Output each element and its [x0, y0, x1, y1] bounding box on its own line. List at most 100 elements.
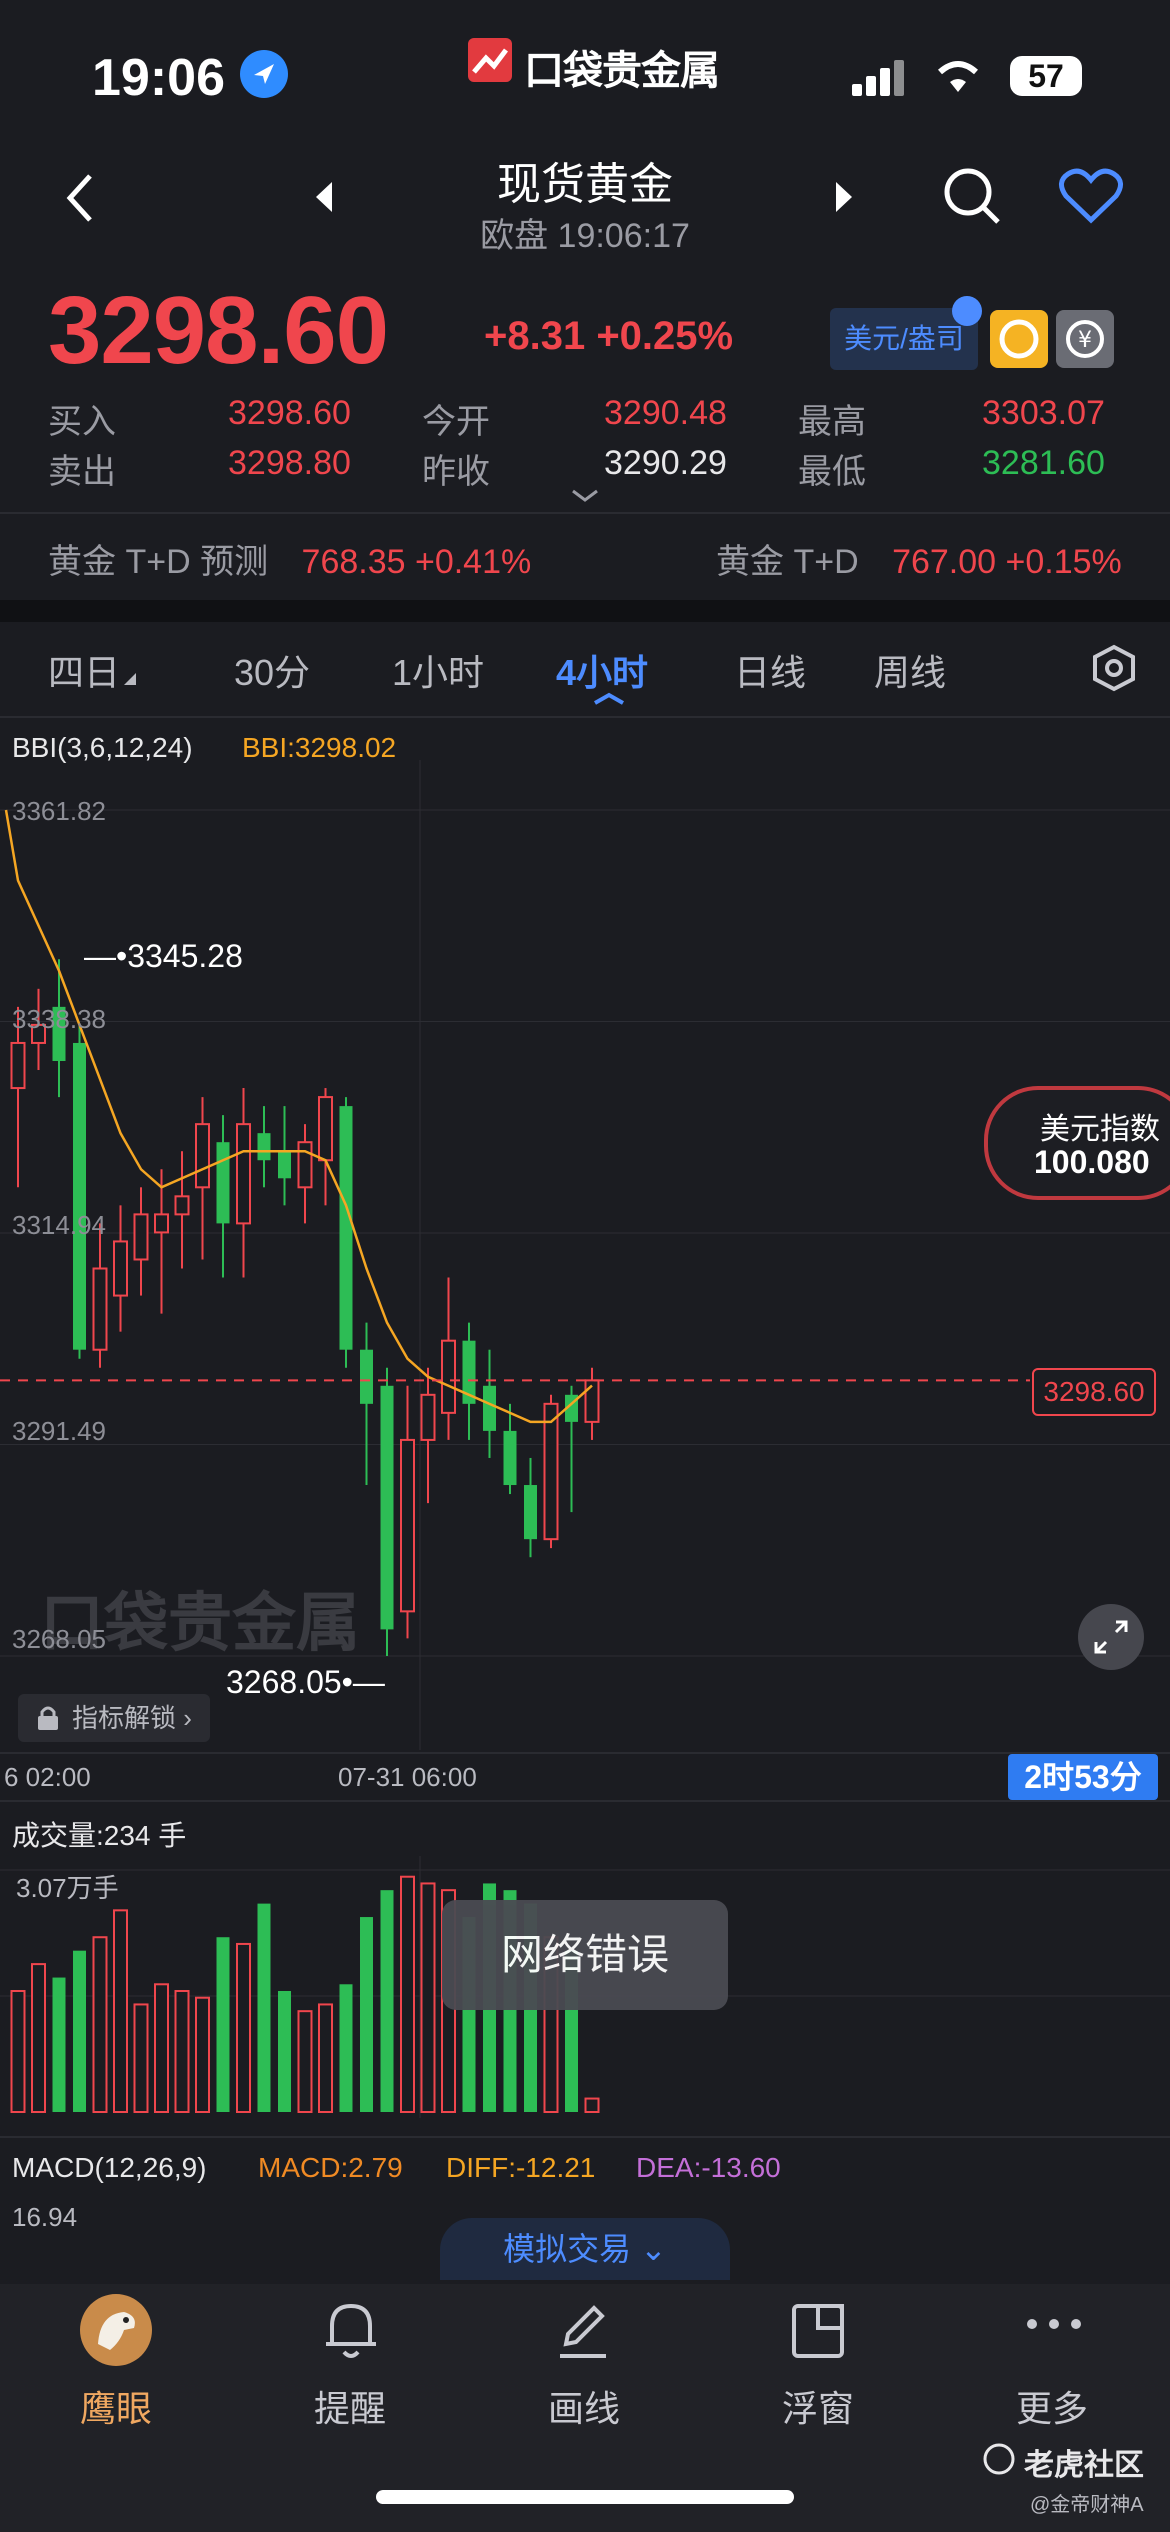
- price-change: +8.31 +0.25%: [484, 314, 734, 358]
- volume-bar: [154, 1983, 169, 2113]
- low-marker: 3268.05•—: [226, 1664, 385, 1700]
- nav-float-window[interactable]: 浮窗: [728, 2380, 908, 2432]
- eagle-eye-icon[interactable]: [80, 2294, 152, 2366]
- open-label: 今开: [422, 403, 490, 441]
- last-price: 3298.60: [48, 277, 389, 384]
- currency-exchange-icon[interactable]: ¥: [1056, 310, 1114, 368]
- volume-bar: [216, 1937, 230, 2112]
- period-tabs: 四日 30分 1小时 4小时 日线 周线: [0, 0, 1170, 693]
- related-td[interactable]: 黄金 T+D 767.00 +0.15%: [716, 534, 1122, 583]
- macd-dea: DEA:-13.60: [636, 2152, 781, 2183]
- high-marker: —•3345.28: [84, 938, 243, 974]
- app-logo-icon: [468, 38, 512, 82]
- tab-4hour[interactable]: 4小时: [556, 644, 648, 696]
- app-logo-text: 口袋贵金属: [524, 49, 720, 93]
- nav-eagle-eye[interactable]: 鹰眼: [26, 2380, 206, 2432]
- candle: [543, 1402, 559, 1541]
- simulated-trading-button[interactable]: 模拟交易 ⌄: [440, 2218, 730, 2280]
- tab-four-day[interactable]: 四日: [48, 644, 120, 696]
- candle: [10, 1041, 26, 1090]
- volume-bar: [73, 1950, 86, 2112]
- volume-bar: [92, 1936, 108, 2113]
- expand-chevron-icon[interactable]: [570, 488, 600, 509]
- candle: [154, 1213, 169, 1234]
- wifi-icon: [930, 52, 986, 101]
- macd-name: MACD(12,26,9): [12, 2152, 207, 2183]
- lock-icon: [36, 1704, 60, 1737]
- related-td-forecast[interactable]: 黄金 T+D 预测 768.35 +0.41%: [48, 534, 531, 583]
- candle: [400, 1438, 415, 1613]
- settings-hexagon-icon[interactable]: [1090, 644, 1138, 697]
- y-tick: 3314.94: [12, 1210, 106, 1240]
- nav-more[interactable]: 更多: [962, 2380, 1142, 2432]
- more-dots-icon[interactable]: [1024, 2316, 1084, 2337]
- td-forecast-value: 768.35 +0.41%: [301, 543, 532, 581]
- x-tick: 6 02:00: [4, 1762, 91, 1792]
- tab-daily[interactable]: 日线: [734, 644, 806, 696]
- candle-countdown: 2时53分: [1008, 1754, 1158, 1800]
- bell-icon[interactable]: [322, 2298, 380, 2367]
- volume-bar: [236, 1942, 251, 2113]
- network-error-toast: 网络错误: [442, 1900, 728, 2010]
- gold-coin-icon[interactable]: [990, 310, 1048, 368]
- high-marker-value: 3345.28: [127, 938, 243, 974]
- location-arrow-icon: [240, 50, 288, 98]
- volume-bar: [52, 1977, 66, 2112]
- candle: [420, 1393, 436, 1441]
- volume-bar: [380, 1890, 394, 2112]
- author-watermark: @金帝财神A: [1030, 2494, 1144, 2516]
- tab-weekly[interactable]: 周线: [874, 644, 946, 696]
- tab-30min[interactable]: 30分: [234, 644, 310, 696]
- home-indicator: [376, 2490, 794, 2504]
- volume-bar: [297, 2010, 313, 2114]
- volume-bar: [360, 1917, 373, 2112]
- candle: [113, 1240, 128, 1297]
- status-bar: 19:06 口袋贵金属 57: [0, 0, 1170, 150]
- signal-icon: [852, 58, 904, 96]
- td-label: 黄金 T+D: [716, 543, 859, 581]
- float-window-icon[interactable]: [790, 2300, 846, 2365]
- tab-1hour[interactable]: 1小时: [392, 644, 484, 696]
- candle: [503, 1430, 517, 1486]
- candle: [297, 1141, 313, 1189]
- candlestick-chart[interactable]: 口袋贵金属: [0, 760, 1170, 1750]
- battery-indicator: 57: [1010, 56, 1082, 96]
- volume-bar: [10, 1990, 26, 2113]
- y-tick: 3268.05: [12, 1624, 106, 1654]
- y-tick: 3338.38: [12, 1004, 106, 1034]
- candle: [339, 1106, 353, 1350]
- volume-bar: [257, 1903, 271, 2112]
- nav-alerts[interactable]: 提醒: [260, 2380, 440, 2432]
- macd-value: MACD:2.79: [258, 2152, 403, 2183]
- y-tick: 3361.82: [12, 796, 106, 826]
- last-price-tag: 3298.60: [1032, 1368, 1156, 1416]
- swap-icon[interactable]: [952, 296, 982, 326]
- dollar-index-value: 100.080: [1034, 1144, 1150, 1180]
- candle: [73, 1042, 86, 1350]
- volume-bar: [31, 1963, 46, 2113]
- prev-close-label: 昨收: [422, 453, 490, 491]
- tiger-logo-icon: [982, 2442, 1016, 2481]
- pencil-icon[interactable]: [554, 2298, 612, 2367]
- dollar-index-widget[interactable]: 美元指数 100.080: [984, 1086, 1170, 1200]
- favorite-heart-icon[interactable]: [1058, 166, 1124, 231]
- ask-value: 3298.80: [228, 444, 351, 482]
- dropdown-triangle-icon: [124, 672, 136, 690]
- volume-bar: [420, 1882, 436, 2114]
- next-instrument-icon[interactable]: [832, 180, 856, 219]
- candle: [524, 1485, 537, 1540]
- candle: [380, 1385, 394, 1630]
- candle: [195, 1123, 210, 1189]
- fullscreen-icon[interactable]: [1078, 1604, 1144, 1670]
- nav-draw[interactable]: 画线: [494, 2380, 674, 2432]
- search-icon[interactable]: [940, 164, 1004, 233]
- volume-bar: [584, 2097, 600, 2114]
- bid-value: 3298.60: [228, 394, 351, 432]
- candle: [483, 1385, 496, 1431]
- svg-text:¥: ¥: [1078, 328, 1092, 353]
- high-value: 3303.07: [982, 394, 1105, 432]
- td-forecast-label: 黄金 T+D 预测: [48, 543, 269, 581]
- volume-bar: [133, 2003, 149, 2113]
- candle: [133, 1213, 149, 1261]
- candle: [257, 1133, 271, 1161]
